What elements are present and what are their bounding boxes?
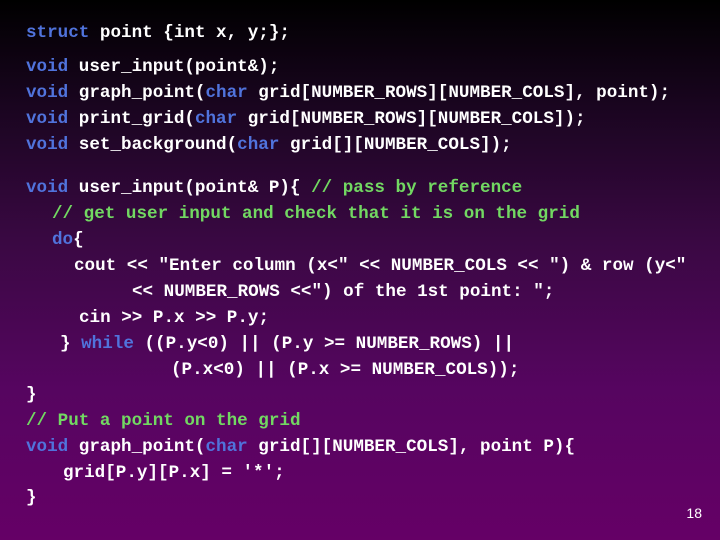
code-line-proto-graph-point: void graph_point(char grid[NUMBER_ROWS][…: [26, 83, 670, 103]
keyword-token: void: [26, 83, 69, 103]
code-line-proto-print-grid: void print_grid(char grid[NUMBER_ROWS][N…: [26, 109, 586, 129]
keyword-token: void: [26, 437, 69, 457]
page-number: 18: [686, 505, 702, 521]
code-line-comment-get-input: // get user input and check that it is o…: [52, 204, 580, 224]
code-line-struct-decl: struct point {int x, y;};: [26, 23, 290, 43]
keyword-token: char: [205, 83, 248, 103]
code-token: }: [60, 334, 82, 354]
code-line-close-user-input: }: [26, 385, 37, 405]
code-line-cin: cin >> P.x >> P.y;: [79, 308, 269, 328]
code-line-while-2: (P.x<0) || (P.x >= NUMBER_COLS));: [171, 360, 519, 380]
code-token: grid[NUMBER_ROWS][NUMBER_COLS]);: [237, 109, 586, 129]
code-token: point {int x, y;};: [89, 23, 290, 43]
code-token: graph_point(: [68, 83, 206, 103]
keyword-token: void: [26, 178, 69, 198]
code-line-cout-1: cout << "Enter column (x<" << NUMBER_COL…: [74, 256, 686, 276]
code-token: grid[P.y][P.x] = '*';: [63, 463, 285, 483]
code-token: print_grid(: [68, 109, 195, 129]
code-line-proto-set-background: void set_background(char grid[][NUMBER_C…: [26, 135, 512, 155]
code-token: user_input(point&);: [68, 57, 280, 77]
code-token: }: [26, 385, 37, 405]
code-line-cout-2: << NUMBER_ROWS <<") of the 1st point: ";: [132, 282, 554, 302]
code-token: graph_point(: [68, 437, 206, 457]
comment-token: // get user input and check that it is o…: [52, 204, 580, 224]
code-token: {: [73, 230, 84, 250]
code-token: }: [26, 488, 37, 508]
code-line-while-1: } while ((P.y<0) || (P.y >= NUMBER_ROWS)…: [60, 334, 514, 354]
code-slide: struct point {int x, y;}; void user_inpu…: [0, 0, 720, 540]
code-token: << NUMBER_ROWS <<") of the 1st point: ";: [132, 282, 555, 302]
code-line-comment-put-point: // Put a point on the grid: [26, 411, 301, 431]
code-line-close-graph-point: }: [26, 488, 37, 508]
code-line-proto-user-input: void user_input(point&);: [26, 57, 279, 77]
code-line-assign-star: grid[P.y][P.x] = '*';: [63, 463, 285, 483]
keyword-token: void: [26, 109, 69, 129]
code-token: grid[NUMBER_ROWS][NUMBER_COLS], point);: [247, 83, 671, 103]
keyword-token: do: [52, 230, 74, 250]
code-token: ((P.y<0) || (P.y >= NUMBER_ROWS) ||: [133, 334, 515, 354]
keyword-token: struct: [26, 23, 90, 43]
code-line-def-graph-point: void graph_point(char grid[][NUMBER_COLS…: [26, 437, 575, 457]
keyword-token: while: [81, 334, 134, 354]
keyword-token: char: [205, 437, 248, 457]
keyword-token: void: [26, 135, 69, 155]
code-token: grid[][NUMBER_COLS], point P){: [247, 437, 576, 457]
code-line-do-open: do{: [52, 230, 84, 250]
code-token: cin >> P.x >> P.y;: [79, 308, 270, 328]
code-line-def-user-input: void user_input(point& P){ // pass by re…: [26, 178, 522, 198]
code-token: grid[][NUMBER_COLS]);: [279, 135, 512, 155]
code-token: set_background(: [68, 135, 238, 155]
code-token: (P.x<0) || (P.x >= NUMBER_COLS));: [171, 360, 520, 380]
keyword-token: char: [237, 135, 280, 155]
code-token: user_input(point& P){: [68, 178, 312, 198]
comment-token: // pass by reference: [311, 178, 523, 198]
keyword-token: void: [26, 57, 69, 77]
keyword-token: char: [194, 109, 238, 129]
comment-token: // Put a point on the grid: [26, 411, 301, 431]
code-token: cout << "Enter column (x<" << NUMBER_COL…: [74, 256, 687, 276]
